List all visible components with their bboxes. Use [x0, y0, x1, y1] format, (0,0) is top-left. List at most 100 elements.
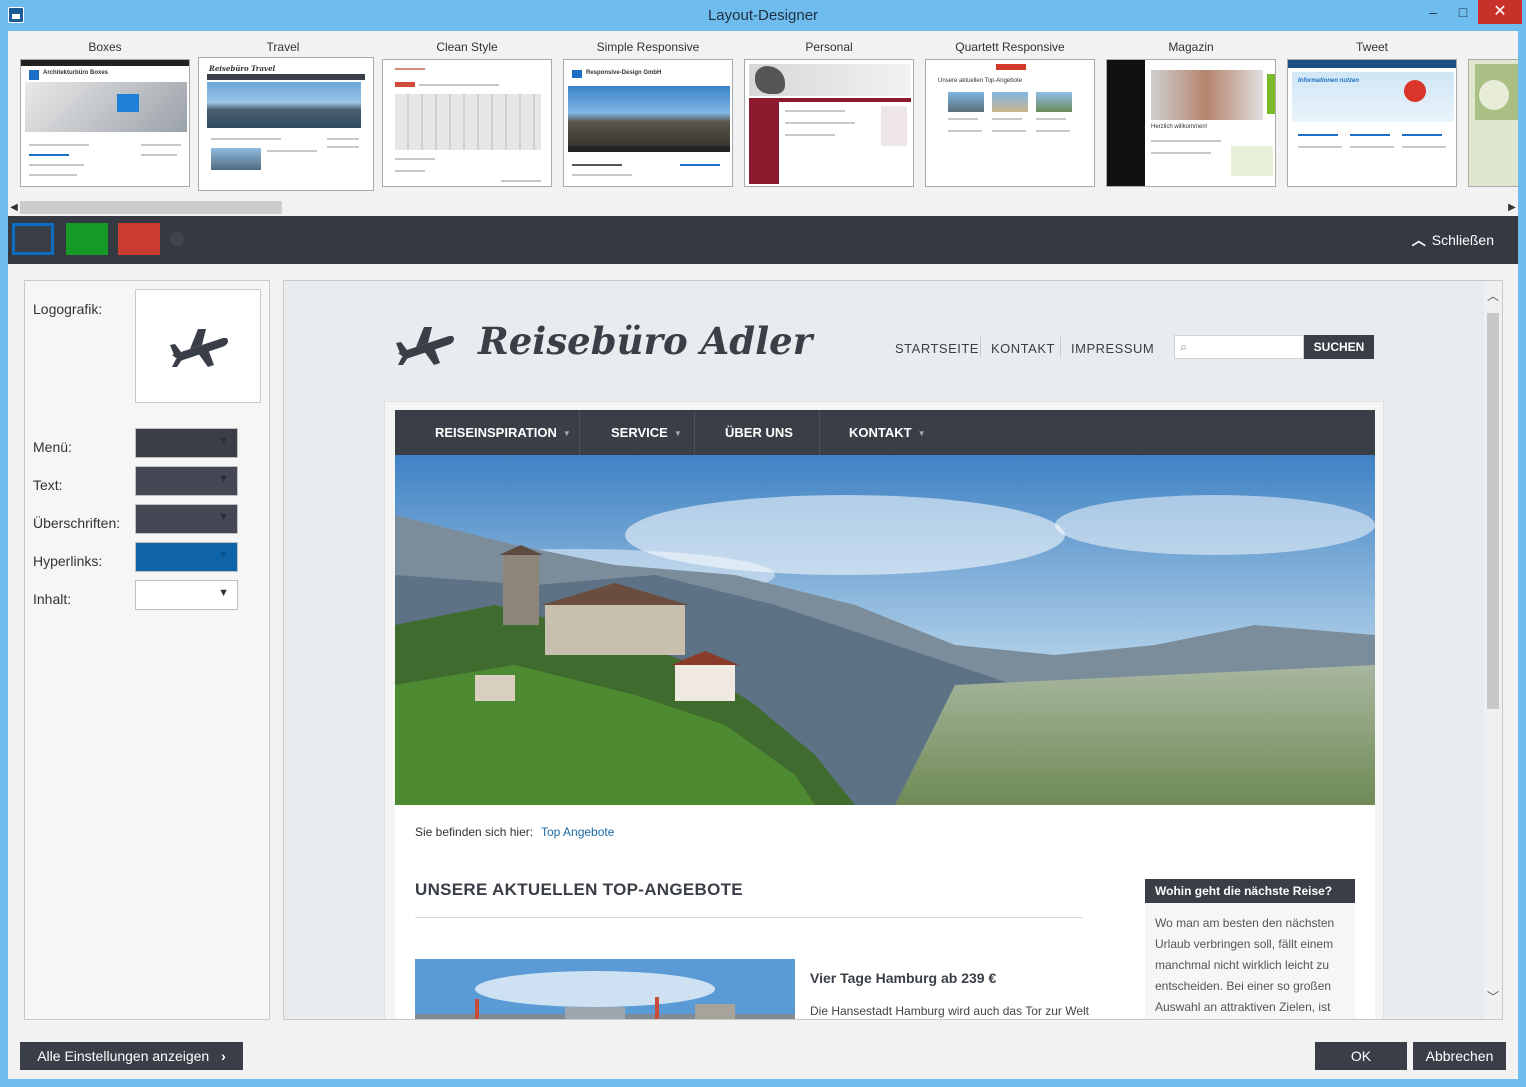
links-label: Hyperlinks: [33, 553, 103, 569]
scroll-right-icon[interactable]: ▶ [1506, 199, 1518, 216]
chevron-up-icon: ︿ [1411, 232, 1426, 248]
logo-label: Logografik: [33, 301, 103, 317]
template-label: Personal [805, 40, 853, 54]
text-color-select[interactable]: ▼ [135, 466, 238, 496]
template-thumbnail[interactable] [382, 59, 552, 187]
offer-image[interactable] [415, 959, 795, 1019]
template-personal[interactable]: Personal [744, 39, 914, 187]
content-color-select[interactable]: ▼ [135, 580, 238, 610]
dialog-footer: Alle Einstellungen anzeigen › OK Abbrech… [8, 1031, 1518, 1079]
caret-down-icon: ▼ [917, 429, 926, 439]
scrollbar-thumb[interactable] [20, 201, 282, 214]
template-label: Travel [266, 40, 300, 54]
headings-color-select[interactable]: ▼ [135, 504, 238, 534]
add-swatch-icon[interactable] [170, 232, 184, 246]
template-label: Magazin [1168, 40, 1214, 54]
site-search-input[interactable]: ⌕ [1174, 335, 1304, 359]
logo-picker[interactable] [135, 289, 261, 403]
template-label: Quartett Responsive [955, 40, 1065, 54]
hero-image [395, 455, 1375, 805]
ok-button[interactable]: OK [1315, 1042, 1407, 1070]
topnav-startseite[interactable]: STARTSEITE [895, 341, 979, 356]
dialog-client: Boxes Architekturbüro Boxes Travel Reise… [8, 31, 1518, 1079]
template-label: Tweet [1355, 40, 1388, 54]
menu-label: Menü: [33, 439, 72, 455]
template-thumbnail[interactable]: Architekturbüro Boxes [20, 59, 190, 187]
preview-scrollbar[interactable]: ︿ ﹀ [1484, 281, 1502, 1019]
caret-down-icon: ▼ [562, 429, 571, 439]
swatch-dark[interactable] [12, 223, 54, 255]
template-label: Clean Style [436, 40, 498, 54]
template-thumbnail[interactable] [744, 59, 914, 187]
color-scheme-bar: ︿ Schließen [8, 216, 1518, 264]
show-all-settings-label: Alle Einstellungen anzeigen [37, 1048, 210, 1064]
collapse-gallery-button[interactable]: ︿ Schließen [1412, 230, 1494, 250]
site-search-button[interactable]: SUCHEN [1304, 335, 1374, 359]
search-icon: ⌕ [1180, 339, 1188, 354]
template-quartett-responsive[interactable]: Quartett Responsive Unsere aktuellen Top… [925, 39, 1095, 187]
swatch-red[interactable] [118, 223, 160, 255]
links-color-select[interactable]: ▼ [135, 542, 238, 572]
template-thumbnail[interactable]: Unsere aktuellen Top-Angebote [925, 59, 1095, 187]
chevron-down-icon: ▼ [218, 549, 229, 561]
breadcrumb-link[interactable]: Top Angebote [541, 825, 614, 839]
nav-divider [694, 410, 695, 455]
template-thumbnail[interactable]: Reisebüro Travel [198, 57, 374, 191]
nav-divider [579, 410, 580, 455]
swatch-green[interactable] [66, 223, 108, 255]
airplane-icon [170, 329, 228, 367]
chevron-right-icon: › [221, 1048, 226, 1064]
scroll-up-icon[interactable]: ︿ [1484, 287, 1502, 304]
menu-color-select[interactable]: ▼ [135, 428, 238, 458]
mainnav-reiseinspiration[interactable]: REISEINSPIRATION ▼ [435, 410, 571, 455]
scroll-down-icon[interactable]: ﹀ [1484, 988, 1502, 1005]
template-label: Boxes [88, 40, 122, 54]
template-thumbnail[interactable]: Responsive-Design GmbH [563, 59, 733, 187]
topnav-impressum[interactable]: IMPRESSUM [1071, 341, 1154, 356]
nav-divider [980, 337, 981, 357]
mainnav-service[interactable]: SERVICE ▼ [611, 410, 682, 455]
topnav-kontakt[interactable]: KONTAKT [991, 341, 1055, 356]
template-boxes[interactable]: Boxes Architekturbüro Boxes [20, 39, 190, 187]
template-travel[interactable]: Travel Reisebüro Travel [198, 39, 374, 191]
site-content-card: REISEINSPIRATION ▼ SERVICE ▼ ÜBER UNS KONT… [384, 401, 1384, 1019]
text-label: Text: [33, 477, 63, 493]
site-title: Reisebüro Adler [478, 319, 813, 363]
template-tweet[interactable]: Tweet Informationen nutzen [1287, 39, 1457, 187]
template-simple-responsive[interactable]: Simple Responsive Responsive-Design GmbH [563, 39, 733, 187]
sidebar-box: Wohin geht die nächste Reise? Wo man am … [1145, 879, 1355, 1019]
template-label [1468, 39, 1518, 55]
title-bar: Layout-Designer – □ ✕ [0, 0, 1526, 31]
scroll-left-icon[interactable]: ◀ [8, 199, 20, 216]
cancel-button[interactable]: Abbrechen [1413, 1042, 1506, 1070]
template-magazin[interactable]: Magazin Herzlich willkommen! [1106, 39, 1276, 187]
caret-down-icon: ▼ [673, 429, 682, 439]
content-label: Inhalt: [33, 591, 72, 607]
sidebar-heading: Wohin geht die nächste Reise? [1145, 879, 1355, 903]
template-clean-style[interactable]: Clean Style [382, 39, 552, 187]
nav-divider [1060, 337, 1061, 357]
show-all-settings-button[interactable]: Alle Einstellungen anzeigen › [20, 1042, 243, 1070]
mainnav-ueber-uns[interactable]: ÜBER UNS [725, 410, 793, 455]
template-thumbnail[interactable]: Informationen nutzen [1287, 59, 1457, 187]
template-next[interactable] [1468, 39, 1518, 187]
template-scrollbar[interactable]: ◀ ▶ [8, 199, 1518, 216]
maximize-button[interactable]: □ [1448, 0, 1478, 24]
offer-title[interactable]: Vier Tage Hamburg ab 239 € [810, 970, 996, 986]
main-navigation: REISEINSPIRATION ▼ SERVICE ▼ ÜBER UNS KONT… [395, 410, 1375, 455]
mainnav-kontakt[interactable]: KONTAKT ▼ [849, 410, 926, 455]
sidebar-text: Wo man am besten den nächsten Urlaub ver… [1155, 916, 1335, 1014]
content-area: Sie befinden sich hier: Top Angebote UNS… [395, 805, 1375, 1019]
offers-heading: UNSERE AKTUELLEN TOP-ANGEBOTE [415, 880, 743, 899]
chevron-down-icon: ▼ [218, 511, 229, 523]
template-thumbnail[interactable]: Herzlich willkommen! [1106, 59, 1276, 187]
template-thumbnail[interactable] [1468, 59, 1518, 187]
chevron-down-icon: ▼ [218, 435, 229, 447]
close-window-button[interactable]: ✕ [1478, 0, 1522, 24]
headings-label: Überschriften: [33, 515, 121, 531]
scrollbar-thumb[interactable] [1487, 313, 1499, 709]
minimize-button[interactable]: – [1418, 0, 1448, 24]
divider [415, 917, 1083, 918]
chevron-down-icon: ▼ [218, 473, 229, 485]
layout-preview[interactable]: Reisebüro Adler STARTSEITE KONTAKT IMPRE… [283, 280, 1503, 1020]
